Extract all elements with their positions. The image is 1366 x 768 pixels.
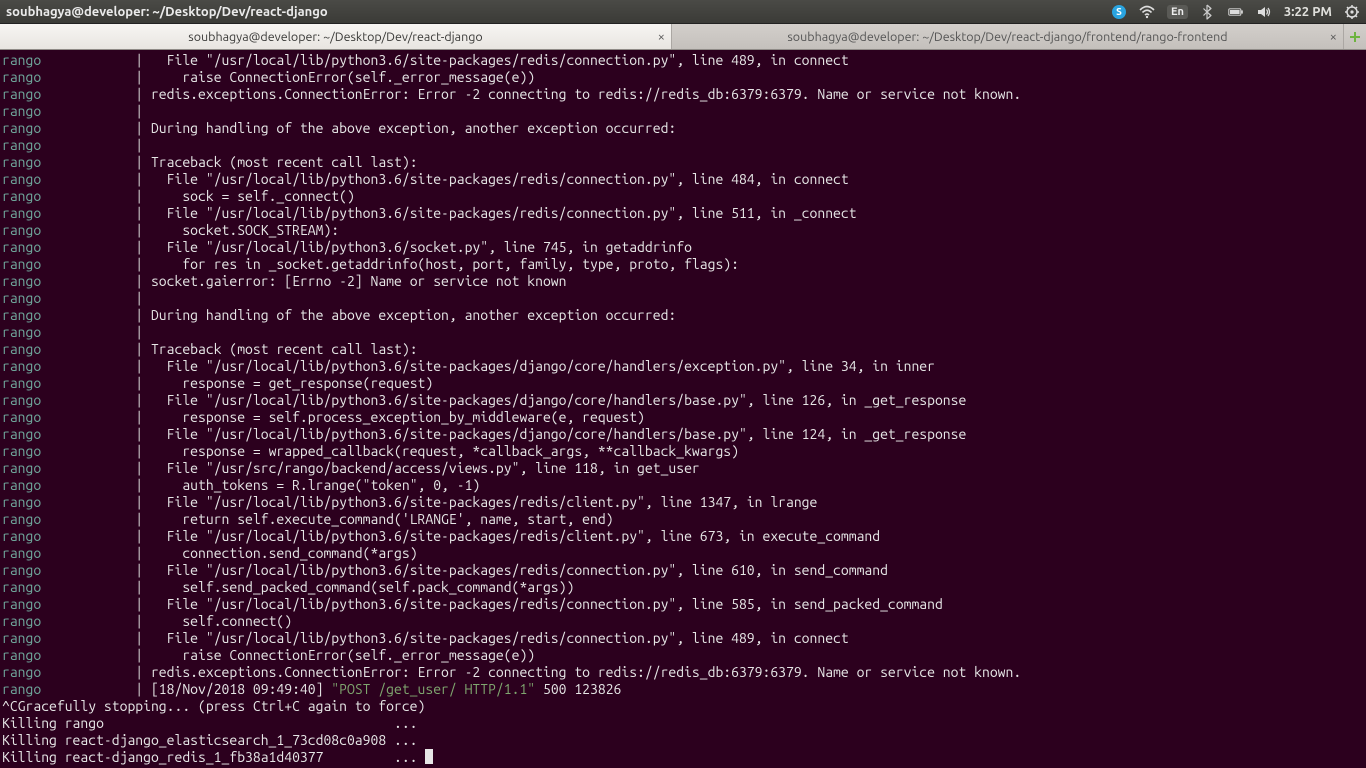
bluetooth-icon[interactable]: [1200, 4, 1216, 20]
terminal-line: rango | File "/usr/local/lib/python3.6/s…: [2, 528, 1364, 545]
close-icon[interactable]: ×: [658, 30, 665, 44]
wifi-icon[interactable]: [1139, 4, 1155, 20]
battery-icon[interactable]: [1228, 4, 1244, 20]
terminal-line: rango | response = get_response(request): [2, 375, 1364, 392]
terminal-line: rango | socket.gaierror: [Errno -2] Name…: [2, 273, 1364, 290]
terminal-line: rango | File "/usr/local/lib/python3.6/s…: [2, 358, 1364, 375]
terminal-line: rango | sock = self._connect(): [2, 188, 1364, 205]
terminal-line: rango | File "/usr/local/lib/python3.6/s…: [2, 171, 1364, 188]
top-panel: soubhagya@developer: ~/Desktop/Dev/react…: [0, 0, 1366, 24]
terminal-line: rango | redis.exceptions.ConnectionError…: [2, 664, 1364, 681]
terminal-output[interactable]: rango | File "/usr/local/lib/python3.6/s…: [0, 50, 1366, 768]
terminal-line: rango | File "/usr/local/lib/python3.6/s…: [2, 630, 1364, 647]
terminal-line: Killing react-django_redis_1_fb38a1d4037…: [2, 749, 1364, 766]
session-gear-icon[interactable]: [1344, 4, 1360, 20]
tab-active-label: soubhagya@developer: ~/Desktop/Dev/react…: [188, 30, 482, 44]
terminal-line: ^CGracefully stopping... (press Ctrl+C a…: [2, 698, 1364, 715]
terminal-line: rango | self.connect(): [2, 613, 1364, 630]
terminal-line: rango | File "/usr/local/lib/python3.6/s…: [2, 52, 1364, 69]
terminal-line: rango |: [2, 290, 1364, 307]
terminal-line: rango | File "/usr/local/lib/python3.6/s…: [2, 205, 1364, 222]
tab-inactive[interactable]: soubhagya@developer: ~/Desktop/Dev/react…: [672, 24, 1344, 49]
terminal-line: rango | File "/usr/local/lib/python3.6/s…: [2, 596, 1364, 613]
terminal-line: rango | File "/usr/local/lib/python3.6/s…: [2, 392, 1364, 409]
clock[interactable]: 3:22 PM: [1284, 5, 1332, 19]
terminal-line: rango | File "/usr/local/lib/python3.6/s…: [2, 239, 1364, 256]
terminal-line: rango | response = wrapped_callback(requ…: [2, 443, 1364, 460]
tab-active[interactable]: soubhagya@developer: ~/Desktop/Dev/react…: [0, 24, 672, 49]
skype-icon[interactable]: S: [1111, 4, 1127, 20]
terminal-line: rango | connection.send_command(*args): [2, 545, 1364, 562]
terminal-line: rango | [18/Nov/2018 09:49:40] "POST /ge…: [2, 681, 1364, 698]
close-icon[interactable]: ×: [1330, 30, 1337, 44]
window-title: soubhagya@developer: ~/Desktop/Dev/react…: [6, 5, 328, 19]
terminal-line: Killing react-django_elasticsearch_1_73c…: [2, 732, 1364, 749]
terminal-line: rango | During handling of the above exc…: [2, 307, 1364, 324]
terminal-line: rango | Traceback (most recent call last…: [2, 154, 1364, 171]
terminal-line: rango | redis.exceptions.ConnectionError…: [2, 86, 1364, 103]
terminal-line: rango | for res in _socket.getaddrinfo(h…: [2, 256, 1364, 273]
terminal-line: rango | File "/usr/local/lib/python3.6/s…: [2, 562, 1364, 579]
terminal-line: rango | File "/usr/local/lib/python3.6/s…: [2, 426, 1364, 443]
terminal-line: rango |: [2, 103, 1364, 120]
terminal-line: Killing rango ...: [2, 715, 1364, 732]
terminal-tab-bar: soubhagya@developer: ~/Desktop/Dev/react…: [0, 24, 1366, 50]
add-tab-button[interactable]: [1344, 24, 1366, 49]
terminal-line: rango | raise ConnectionError(self._erro…: [2, 69, 1364, 86]
terminal-line: rango | During handling of the above exc…: [2, 120, 1364, 137]
terminal-line: rango |: [2, 324, 1364, 341]
terminal-line: rango | response = self.process_exceptio…: [2, 409, 1364, 426]
terminal-line: rango | self.send_packed_command(self.pa…: [2, 579, 1364, 596]
system-tray: S En 3:22 PM: [1111, 4, 1360, 20]
volume-icon[interactable]: [1256, 4, 1272, 20]
terminal-line: rango | File "/usr/local/lib/python3.6/s…: [2, 494, 1364, 511]
language-indicator[interactable]: En: [1167, 5, 1188, 19]
terminal-line: rango | socket.SOCK_STREAM):: [2, 222, 1364, 239]
terminal-line: rango | return self.execute_command('LRA…: [2, 511, 1364, 528]
terminal-line: rango |: [2, 137, 1364, 154]
terminal-line: rango | raise ConnectionError(self._erro…: [2, 647, 1364, 664]
tab-inactive-label: soubhagya@developer: ~/Desktop/Dev/react…: [787, 30, 1227, 44]
terminal-line: rango | auth_tokens = R.lrange("token", …: [2, 477, 1364, 494]
terminal-line: rango | File "/usr/src/rango/backend/acc…: [2, 460, 1364, 477]
terminal-line: rango | Traceback (most recent call last…: [2, 341, 1364, 358]
svg-text:S: S: [1116, 6, 1122, 17]
cursor: [425, 749, 433, 764]
